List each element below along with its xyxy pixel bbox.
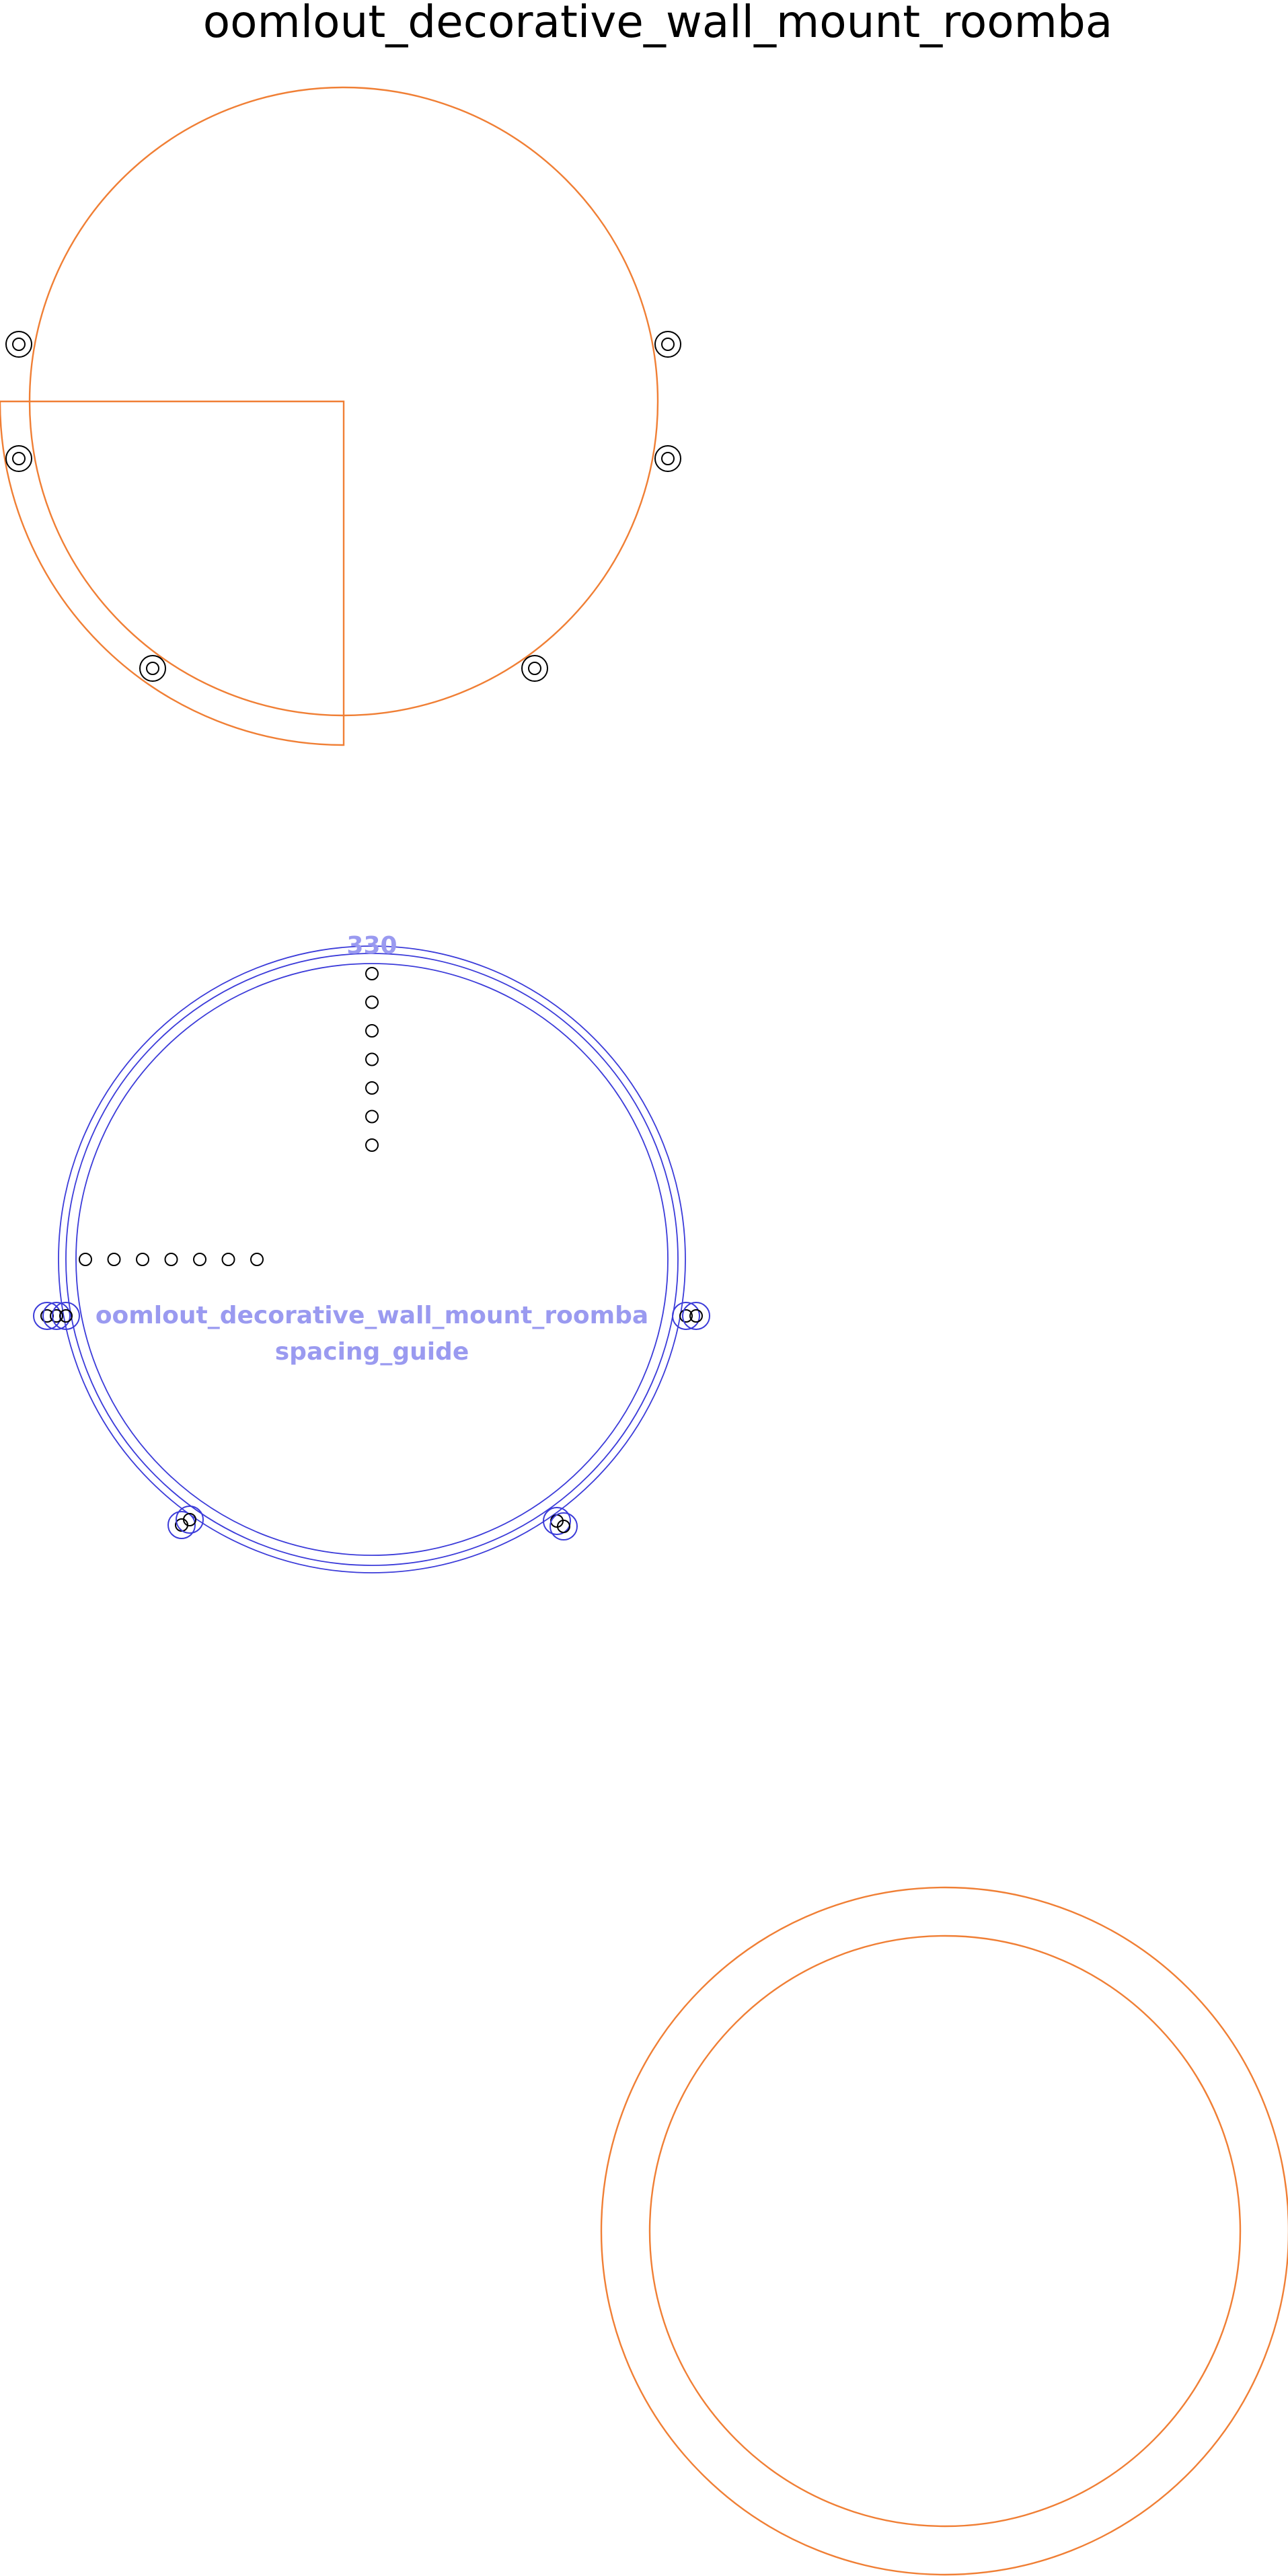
spacing-guide-ring-outer xyxy=(58,945,686,1573)
drawing-canvas: oomlout_decorative_wall_mount_roomba 330… xyxy=(0,0,1288,2576)
spacing-dot xyxy=(107,1253,121,1266)
mount-hole-outer xyxy=(521,655,548,682)
spacing-dot xyxy=(221,1253,235,1266)
mount-hole-inner xyxy=(661,338,675,351)
mount-hole-inner xyxy=(661,452,675,465)
mount-hole-inner xyxy=(12,338,26,351)
spacing-guide-name-label: oomlout_decorative_wall_mount_roomba xyxy=(96,1302,648,1329)
spacing-dot xyxy=(365,1081,379,1095)
mount-hole-inner xyxy=(12,452,26,465)
spacing-guide-sub-label: spacing_guide xyxy=(275,1338,469,1366)
spacing-dot xyxy=(164,1253,178,1266)
decorative-ring-inner xyxy=(648,1935,1242,2528)
mount-hole-inner xyxy=(528,662,541,675)
decorative-ring xyxy=(600,1886,1288,2576)
mount-hole-outer xyxy=(654,445,681,472)
spacing-dot xyxy=(365,1138,379,1152)
spacing-guide-dots-horizontal xyxy=(79,1253,264,1266)
spacing-dot xyxy=(250,1253,264,1266)
mount-plate xyxy=(0,86,681,746)
spacing-dot xyxy=(136,1253,149,1266)
spacing-guide: 330 oomlout_decorative_wall_mount_roomba… xyxy=(33,932,710,1573)
decorative-ring-outer xyxy=(600,1886,1288,2576)
spacing-dot xyxy=(365,967,379,980)
page-title: oomlout_decorative_wall_mount_roomba xyxy=(203,0,1112,48)
spacing-dot xyxy=(365,1109,379,1124)
spacing-guide-number-label: 330 xyxy=(346,932,397,960)
mount-hole-outer xyxy=(654,331,681,358)
spacing-dot xyxy=(193,1253,206,1266)
spacing-dot xyxy=(365,1052,379,1066)
spacing-guide-ring-middle xyxy=(65,953,679,1566)
mount-hole-outer xyxy=(5,445,32,472)
spacing-dot xyxy=(365,995,379,1009)
mount-hole-inner xyxy=(146,662,159,675)
mount-plate-quarter-rim xyxy=(0,400,345,746)
spacing-dot xyxy=(79,1253,92,1266)
mount-hole-outer xyxy=(139,655,166,682)
spacing-guide-dots-vertical xyxy=(365,967,379,1152)
mount-hole-outer xyxy=(5,331,32,358)
spacing-dot xyxy=(365,1024,379,1038)
